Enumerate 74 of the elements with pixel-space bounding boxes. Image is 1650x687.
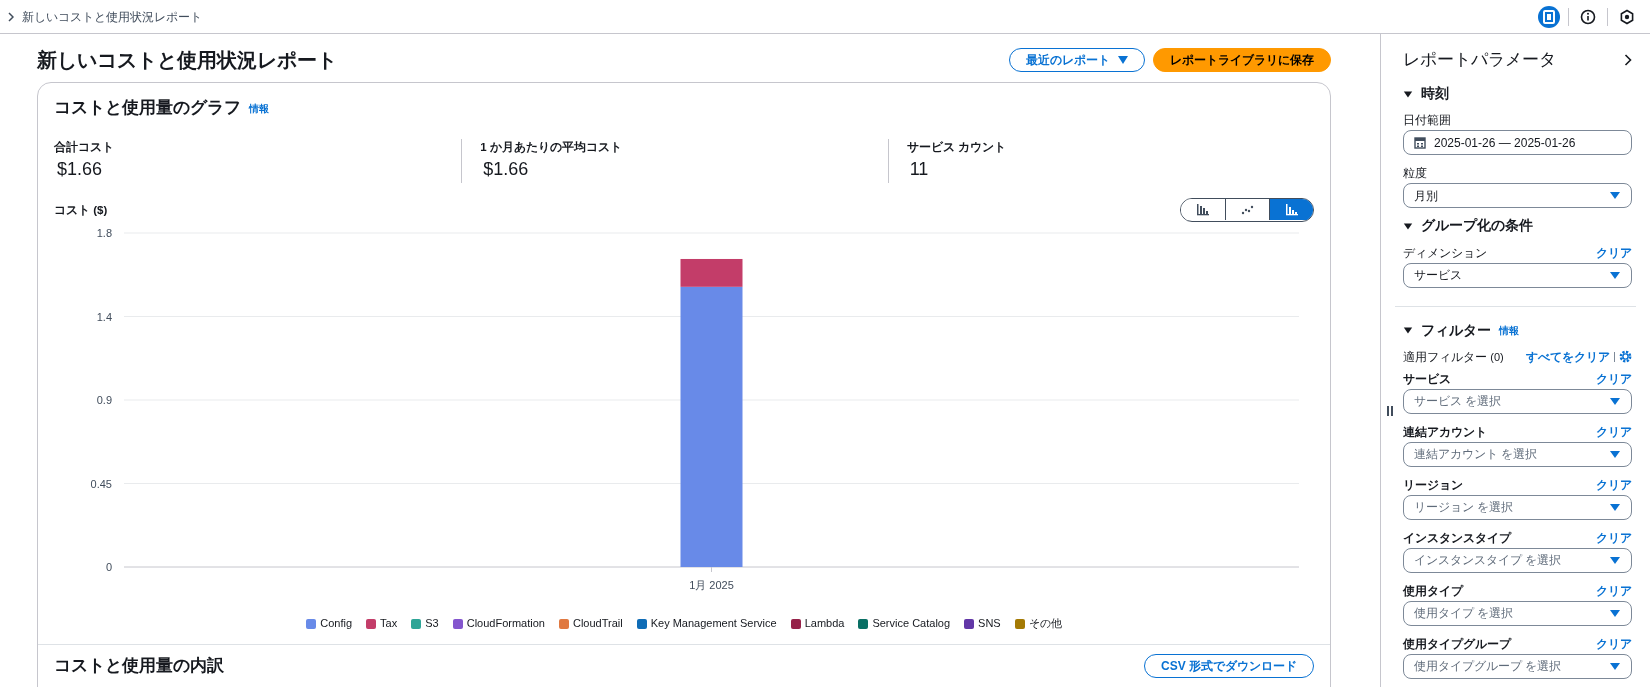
filter-select[interactable]: 使用タイプグループ を選択 xyxy=(1403,653,1632,679)
legend-label: Lambda xyxy=(804,616,845,632)
dimension-select[interactable]: サービス xyxy=(1403,262,1632,288)
info-link[interactable]: 情報 xyxy=(249,100,269,116)
field-label: 日付範囲 xyxy=(1403,112,1451,130)
clear-all-link[interactable]: すべてをクリア xyxy=(1526,347,1610,366)
settings-icon[interactable] xyxy=(1619,350,1632,364)
field-label: ディメンション xyxy=(1403,244,1487,262)
clear-link[interactable]: クリア xyxy=(1596,581,1632,600)
bar-chart-icon xyxy=(1284,203,1299,217)
panel-title: レポートパラメータ xyxy=(1403,49,1556,72)
section-heading: 時刻 xyxy=(1421,85,1449,103)
field-label: インスタンスタイプ xyxy=(1403,529,1511,547)
page-title: 新しいコストと使用状況レポート xyxy=(37,48,337,72)
clear-link[interactable]: クリア xyxy=(1596,528,1632,547)
axis-tick-label: 1月 2025 xyxy=(689,579,734,592)
filter-select[interactable]: 使用タイプ を選択 xyxy=(1403,600,1632,626)
date-range-field[interactable]: 2025-01-26 — 2025-01-26 xyxy=(1403,130,1632,156)
field-label: 連結アカウント xyxy=(1403,423,1487,441)
legend-label: Key Management Service xyxy=(650,616,777,632)
chart-type-button[interactable] xyxy=(1269,199,1313,221)
resize-handle-icon[interactable] xyxy=(1387,406,1393,416)
chevron-right-icon[interactable] xyxy=(1624,54,1632,66)
filter-select[interactable]: 連結アカウント を選択 xyxy=(1403,441,1632,467)
legend-label: Tax xyxy=(380,616,398,632)
axis-tick-label: 1.4 xyxy=(96,310,112,323)
metric-label: サービス カウント xyxy=(906,140,1007,155)
field-label: サービス xyxy=(1403,370,1451,388)
axis-tick-label: 0.45 xyxy=(90,477,112,490)
axis-title: コスト ($) xyxy=(54,202,108,218)
metric-label: 1 か月あたりの平均コスト xyxy=(480,140,623,156)
bar-chart-icon xyxy=(1196,203,1210,217)
section-heading: グループ化の条件 xyxy=(1421,217,1533,236)
clear-link[interactable]: クリア xyxy=(1596,475,1632,494)
legend-label: CloudFormation xyxy=(466,616,545,632)
section-heading: フィルター xyxy=(1421,321,1491,340)
metric-label: 合計コスト xyxy=(54,139,115,155)
metric-value: $1.66 xyxy=(482,158,529,182)
axis-tick-label: 0.9 xyxy=(96,394,112,407)
legend-label: Service Catalog xyxy=(872,616,951,632)
metric-value: 11 xyxy=(908,158,929,182)
field-label: 使用タイプグループ xyxy=(1403,635,1511,653)
calendar-icon xyxy=(1414,136,1426,149)
field-label: 粒度 xyxy=(1403,165,1427,183)
clear-link[interactable]: クリア xyxy=(1596,243,1632,262)
clear-link[interactable]: クリア xyxy=(1596,422,1632,441)
info-link[interactable]: 情報 xyxy=(1499,323,1519,339)
legend-label: S3 xyxy=(425,616,439,632)
legend-label: CloudTrail xyxy=(572,616,623,632)
caret-down-icon xyxy=(1118,56,1128,64)
save-to-library-button[interactable]: レポートライブラリに保存 xyxy=(1153,48,1331,72)
axis-tick-label: 0 xyxy=(105,561,112,574)
side-panel-icon[interactable] xyxy=(1538,5,1560,28)
clear-link[interactable]: クリア xyxy=(1596,369,1632,388)
axis-tick-label: 1.8 xyxy=(96,227,112,240)
metric-value: $1.66 xyxy=(56,158,103,182)
section-title: コストと使用量の内訳 xyxy=(54,654,224,677)
granularity-select[interactable]: 月別 xyxy=(1403,183,1632,209)
legend-label: Config xyxy=(320,616,353,632)
filter-select[interactable]: インスタンスタイプ を選択 xyxy=(1403,547,1632,573)
recent-reports-button[interactable]: 最近のレポート xyxy=(1009,48,1145,72)
chevron-right-icon[interactable] xyxy=(8,11,14,22)
card-title: コストと使用量のグラフ xyxy=(54,97,241,120)
download-csv-button[interactable]: CSV 形式でダウンロード xyxy=(1144,653,1314,678)
field-label: リージョン xyxy=(1403,476,1463,494)
field-label: 使用タイプ xyxy=(1403,582,1463,600)
legend-label: SNS xyxy=(978,616,1001,632)
filter-select[interactable]: サービス を選択 xyxy=(1403,388,1632,414)
filter-select[interactable]: リージョン を選択 xyxy=(1403,494,1632,520)
scatter-chart-icon xyxy=(1240,203,1255,217)
legend-label: その他 xyxy=(1028,616,1062,632)
clear-link[interactable]: クリア xyxy=(1596,634,1632,653)
applied-filters-label: 適用フィルター (0) xyxy=(1403,348,1504,366)
breadcrumb-text: 新しいコストと使用状況レポート xyxy=(22,8,202,26)
